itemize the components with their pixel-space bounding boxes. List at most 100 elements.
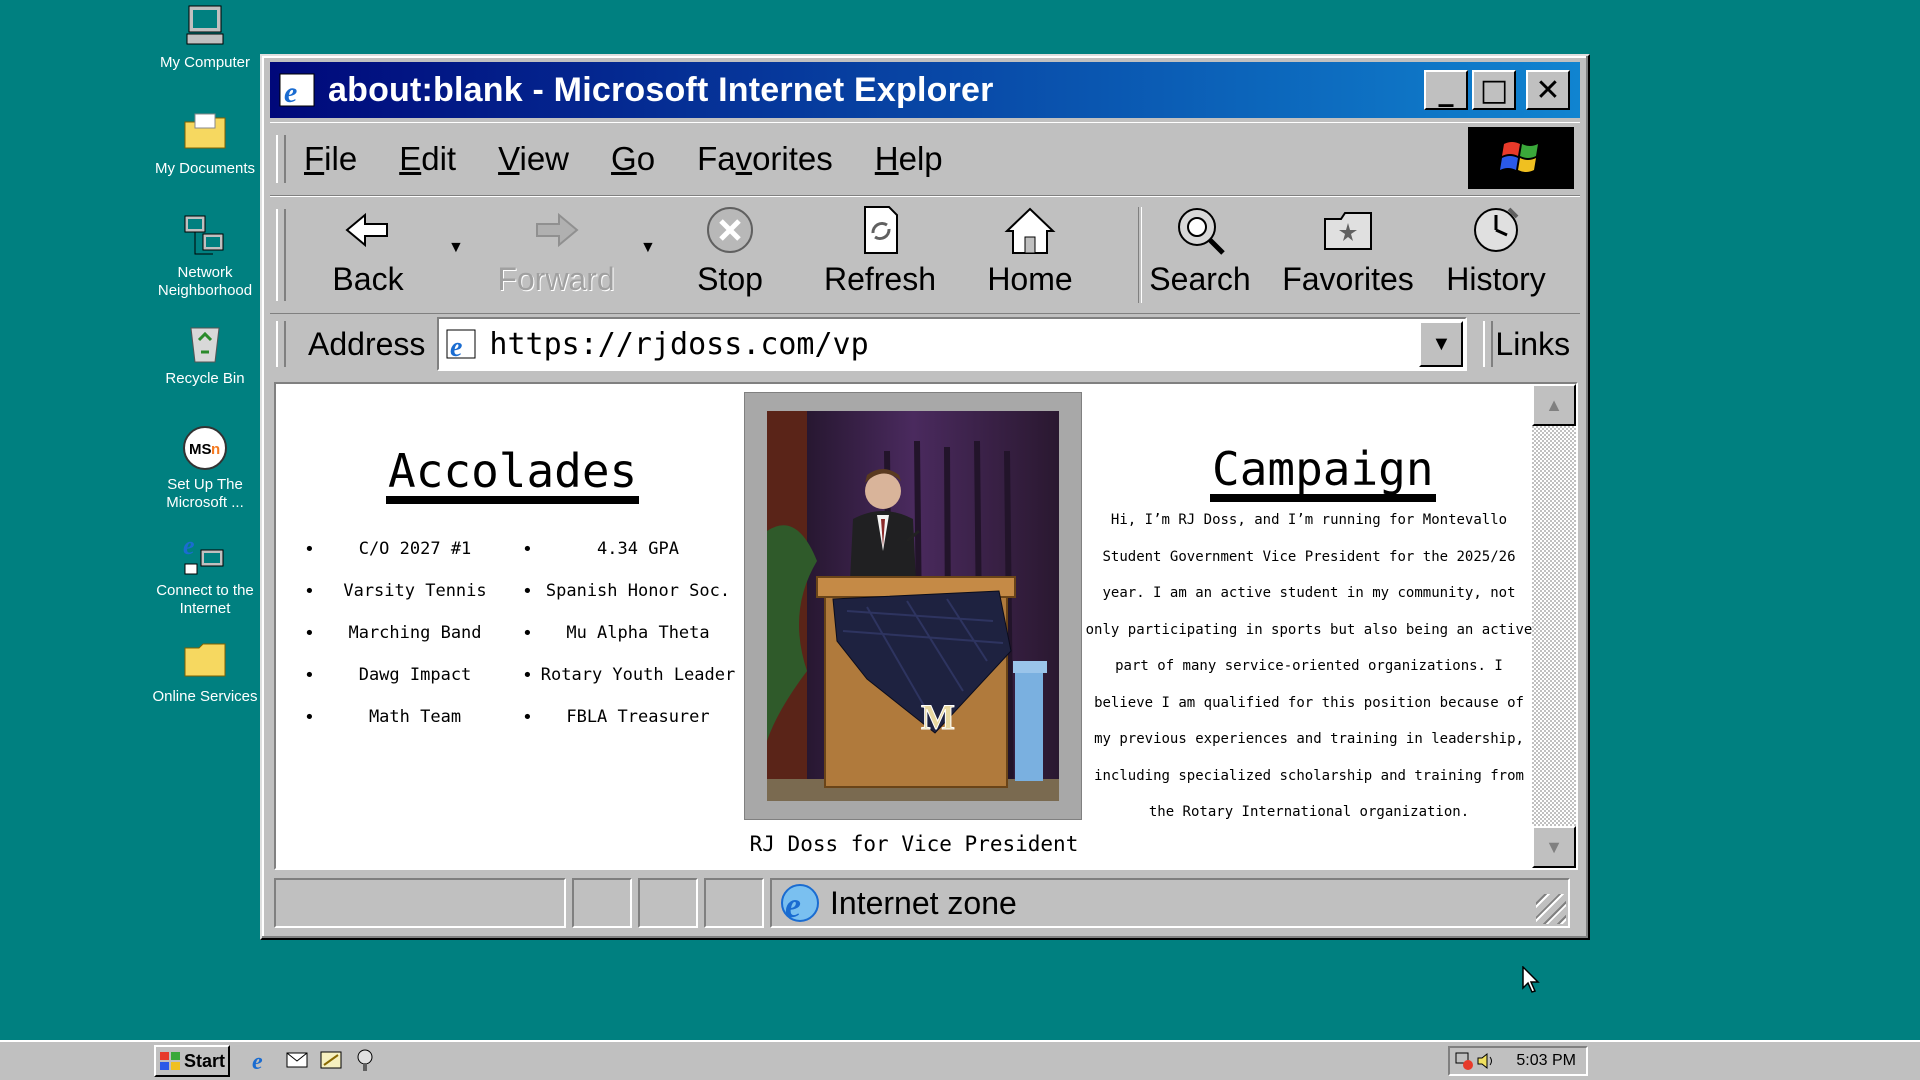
favorites-button[interactable]: Favorites <box>1282 203 1414 307</box>
back-button[interactable]: Back <box>308 203 428 307</box>
minimize-icon: _ <box>1438 72 1454 108</box>
address-label: Address <box>308 325 426 362</box>
menu-favorites[interactable]: Favorites <box>697 140 833 178</box>
links-button[interactable]: Links <box>1495 326 1570 363</box>
desktop-icon-msn-setup[interactable]: MS n Set Up The Microsoft ... <box>140 424 270 512</box>
toolbar-grip[interactable] <box>276 321 286 367</box>
accolade-item: • FBLA Treasurer <box>522 696 736 738</box>
close-icon: ✕ <box>1535 72 1561 108</box>
resize-grip[interactable] <box>1536 894 1566 924</box>
desktop-icon-label: Network Neighborhood <box>157 264 253 299</box>
back-dropdown-icon[interactable]: ▼ <box>448 239 464 257</box>
refresh-button[interactable]: Refresh <box>820 203 940 307</box>
toolbar-grip[interactable] <box>276 209 286 301</box>
menu-file[interactable]: File <box>304 140 357 178</box>
address-input[interactable]: e https://rjdoss.com/vp ▼ <box>437 317 1468 371</box>
accolades-list-right: • 4.34 GPA • Spanish Honor Soc. • Mu Alpha Th… <box>522 528 736 738</box>
maximize-icon: □ <box>1479 72 1509 108</box>
accolade-item: • C/O 2027 #1 <box>304 528 500 570</box>
network-tray-icon[interactable] <box>1454 1051 1476 1071</box>
menu-help[interactable]: Help <box>875 140 943 178</box>
computer-icon <box>186 5 224 45</box>
desktop-icon-online-services[interactable]: Online Services <box>140 636 270 706</box>
desktop-icon-label: My Computer <box>159 54 251 71</box>
status-pane <box>638 878 698 928</box>
desktop-icon-connect-internet[interactable]: e Connect to the Internet <box>140 530 270 618</box>
windows-flag-icon <box>159 1052 180 1070</box>
desktop-icon-label: Online Services <box>152 688 258 705</box>
accolade-text: FBLA Treasurer <box>566 707 710 727</box>
menu-bar: File Edit View Go Favorites Help <box>270 122 1580 196</box>
bullet-icon: • <box>522 538 533 560</box>
stop-button[interactable]: Stop <box>670 203 790 307</box>
forward-dropdown-icon[interactable]: ▼ <box>640 239 656 257</box>
accolade-item: • Mu Alpha Theta <box>522 612 736 654</box>
accolade-text: Mu Alpha Theta <box>566 623 710 643</box>
page-ie-icon: e <box>446 329 476 362</box>
ie-quicklaunch-icon[interactable]: e <box>250 1047 276 1073</box>
home-button[interactable]: Home <box>970 203 1090 307</box>
recycle-bin-icon <box>190 327 220 363</box>
bullet-icon: • <box>304 580 315 602</box>
window-title: about:blank - Microsoft Internet Explore… <box>328 70 994 109</box>
quick-launch: e <box>250 1047 378 1073</box>
accolade-text: Rotary Youth Leader <box>540 665 736 685</box>
address-dropdown-button[interactable]: ▼ <box>1419 321 1464 367</box>
volume-tray-icon[interactable] <box>1476 1051 1496 1071</box>
toolbar-grip[interactable] <box>1483 321 1494 367</box>
menu-go[interactable]: Go <box>611 140 655 178</box>
history-button[interactable]: History <box>1436 203 1556 307</box>
close-button[interactable]: ✕ <box>1526 70 1570 110</box>
status-pane <box>704 878 764 928</box>
start-button[interactable]: Start <box>154 1045 230 1077</box>
minimize-button[interactable]: _ <box>1424 70 1468 110</box>
scroll-up-button[interactable]: ▲ <box>1532 384 1576 426</box>
back-arrow-icon <box>345 212 388 248</box>
stop-icon <box>707 207 753 253</box>
svg-text:e: e <box>450 332 462 362</box>
outlook-express-icon[interactable] <box>284 1047 310 1073</box>
campaign-line: including specialized scholarship and tr… <box>1094 767 1524 784</box>
accolade-item: • Rotary Youth Leader <box>522 654 736 696</box>
forward-button[interactable]: Forward <box>496 203 616 307</box>
vertical-scrollbar[interactable]: ▲ ▼ <box>1532 384 1576 868</box>
back-label: Back <box>332 261 404 297</box>
campaign-text: Hi, I’m RJ Doss, and I’m running for Mon… <box>1084 502 1534 831</box>
accolade-item: • Varsity Tennis <box>304 570 500 612</box>
maximize-button[interactable]: □ <box>1472 70 1516 110</box>
system-tray: 5:03 PM <box>1448 1046 1588 1076</box>
clock[interactable]: 5:03 PM <box>1516 1052 1576 1070</box>
desktop-icon-recycle-bin[interactable]: Recycle Bin <box>140 318 270 388</box>
accolades-heading: Accolades <box>386 446 640 504</box>
start-label: Start <box>183 1050 225 1071</box>
show-desktop-icon[interactable] <box>318 1047 344 1073</box>
search-button[interactable]: Search <box>1140 203 1260 307</box>
zone-label: Internet zone <box>830 884 1017 921</box>
toolbar-grip[interactable] <box>276 135 286 183</box>
accolade-item: • Marching Band <box>304 612 500 654</box>
status-zone-pane: e Internet zone <box>770 878 1570 928</box>
desktop-icon-label: My Documents <box>154 160 256 177</box>
accolade-item: • Dawg Impact <box>304 654 500 696</box>
campaign-line: only participating in sports but also be… <box>1085 621 1533 638</box>
podium-letter: M <box>921 697 955 737</box>
history-clock-icon <box>1474 207 1519 252</box>
folder-icon <box>184 643 226 677</box>
accolade-text: Dawg Impact <box>358 665 472 685</box>
campaign-line: part of many service-oriented organizati… <box>1115 658 1503 674</box>
menu-view[interactable]: View <box>498 140 569 178</box>
title-bar[interactable]: e about:blank - Microsoft Internet Explo… <box>270 62 1580 118</box>
menu-edit[interactable]: Edit <box>399 140 456 178</box>
forward-arrow-icon <box>536 212 579 248</box>
campaign-heading: Campaign <box>1210 444 1436 502</box>
campaign-line: year. I am an active student in my commu… <box>1102 585 1516 601</box>
address-url[interactable]: https://rjdoss.com/vp <box>489 327 868 362</box>
desktop-icon-my-documents[interactable]: My Documents <box>140 108 270 178</box>
mouse-cursor-icon <box>1522 966 1540 993</box>
favorites-label: Favorites <box>1282 261 1414 297</box>
desktop-icon-my-computer[interactable]: My Computer <box>140 2 270 72</box>
desktop-icon-label: Set Up The Microsoft ... <box>166 476 244 511</box>
desktop-icon-network-neighborhood[interactable]: Network Neighborhood <box>140 212 270 300</box>
channels-icon[interactable] <box>352 1047 378 1073</box>
scroll-down-button[interactable]: ▼ <box>1532 826 1576 868</box>
